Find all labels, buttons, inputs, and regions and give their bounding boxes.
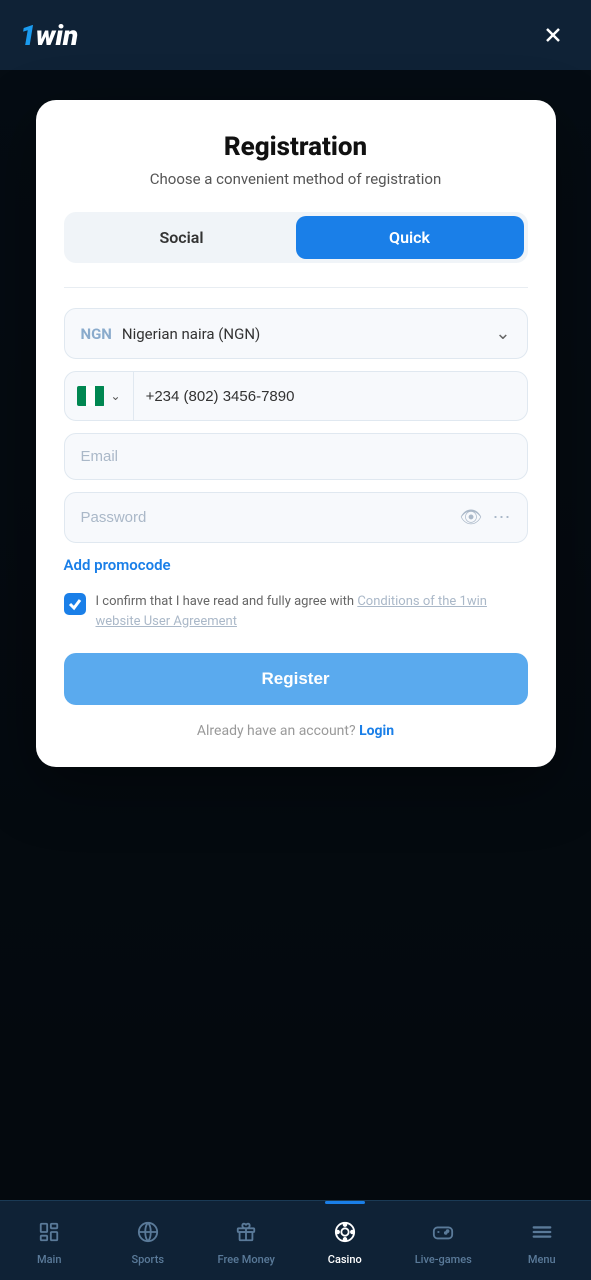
tab-social[interactable]: Social [68,216,296,259]
nav-item-casino[interactable]: Casino [296,1201,395,1280]
eye-icon[interactable]: 👁 [460,507,483,528]
add-promocode-link[interactable]: Add promocode [64,556,171,574]
password-field: 👁 ⋯ [64,492,528,543]
modal-subtitle: Choose a convenient method of registrati… [64,170,528,188]
nav-item-free-money[interactable]: Free Money [197,1201,296,1280]
active-bar [325,1201,365,1204]
gamepad-icon [432,1221,454,1248]
nav-item-sports[interactable]: Sports [99,1201,198,1280]
gift-icon [235,1221,257,1248]
chevron-down-icon: ⌄ [495,323,510,344]
main-icon [38,1221,60,1248]
nav-label-free-money: Free Money [218,1253,275,1266]
currency-label: Nigerian naira (NGN) [122,325,496,343]
agreement-checkbox[interactable] [64,593,86,615]
modal-title: Registration [64,132,528,162]
options-icon[interactable]: ⋯ [493,507,511,528]
registration-tabs: Social Quick [64,212,528,263]
login-row: Already have an account? Login [64,723,528,739]
currency-code: NGN [81,325,112,343]
header: 1win [0,0,591,70]
nigeria-flag [77,386,105,406]
nav-label-casino: Casino [328,1253,362,1266]
phone-input[interactable] [134,374,527,419]
phone-input-row: ⌄ [64,371,528,421]
nav-label-live-games: Live-games [415,1253,472,1266]
overlay: Registration Choose a convenient method … [0,70,591,1200]
casino-icon [334,1221,356,1248]
login-link[interactable]: Login [359,723,394,739]
register-button[interactable]: Register [64,653,528,705]
tab-quick[interactable]: Quick [296,216,524,259]
already-account-text: Already have an account? [197,723,356,739]
agreement-text: I confirm that I have read and fully agr… [96,592,528,631]
nav-label-sports: Sports [131,1253,164,1266]
menu-icon [531,1221,553,1248]
currency-selector[interactable]: NGN Nigerian naira (NGN) ⌄ [64,308,528,359]
registration-modal: Registration Choose a convenient method … [36,100,556,767]
divider [64,287,528,288]
flag-chevron-icon: ⌄ [111,389,121,403]
nav-label-menu: Menu [528,1253,556,1266]
bottom-nav: Main Sports Free Money [0,1200,591,1280]
country-flag-selector[interactable]: ⌄ [65,372,134,420]
email-input[interactable] [81,448,511,465]
logo: 1win [20,19,78,52]
close-button[interactable] [535,17,571,53]
nav-label-main: Main [37,1253,61,1266]
email-field [64,433,528,480]
sports-icon [137,1221,159,1248]
nav-item-live-games[interactable]: Live-games [394,1201,493,1280]
password-input[interactable] [81,509,460,526]
nav-item-main[interactable]: Main [0,1201,99,1280]
agreement-row: I confirm that I have read and fully agr… [64,592,528,631]
nav-item-menu[interactable]: Menu [493,1201,591,1280]
